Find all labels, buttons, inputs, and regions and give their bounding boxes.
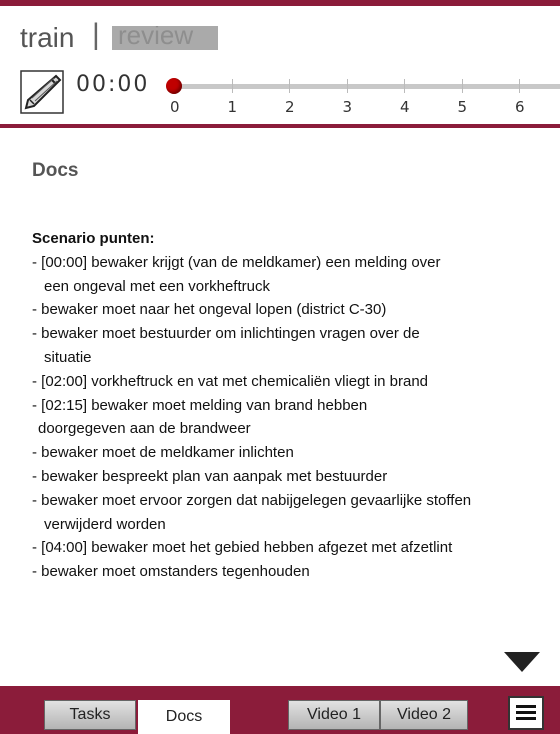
doc-line: - [02:00] vorkheftruck en vat met chemic… — [32, 372, 429, 390]
menu-icon — [516, 705, 536, 720]
menu-button[interactable] — [508, 696, 544, 730]
elapsed-timer: 00:00 — [76, 72, 150, 97]
timeline-tick — [461, 79, 463, 93]
timeline-tick — [346, 79, 348, 93]
doc-line: - [04:00] bewaker moet het gebied hebben… — [32, 539, 453, 557]
timeline-tick — [519, 79, 520, 93]
doc-line: - bewaker bespreekt plan van aanpak met … — [32, 467, 388, 485]
doc-line: - [02:15] bewaker moet melding van brand… — [32, 396, 368, 414]
timeline-playhead[interactable] — [166, 78, 182, 94]
scroll-down-arrow-icon[interactable] — [504, 652, 540, 672]
doc-line: een ongeval met een vorkheftruck — [44, 277, 270, 295]
timeline-tick-label: 6 — [515, 98, 525, 116]
timeline-tick-label: 3 — [342, 98, 353, 116]
doc-line: verwijderd worden — [44, 515, 166, 533]
doc-line: doorgegeven aan de brandweer — [38, 420, 251, 438]
timeline-tick-label: 5 — [457, 98, 468, 116]
pencil-icon[interactable] — [20, 70, 64, 114]
doc-line: situatie — [44, 348, 92, 366]
timeline-tick-label: 0 — [170, 98, 180, 116]
timeline-tick-label: 1 — [227, 98, 238, 116]
timeline-tick — [289, 79, 290, 93]
doc-lines: - [00:00] bewaker krijgt (van de meldkam… — [32, 251, 552, 584]
timeline-tick — [231, 79, 233, 93]
mode-separator: | — [92, 18, 100, 51]
tab-tasks[interactable]: Tasks — [44, 700, 136, 730]
doc-title: Docs — [32, 160, 79, 181]
doc-line: - bewaker moet omstanders tegenhouden — [32, 563, 310, 581]
doc-content: Scenario punten: - [00:00] bewaker krijg… — [32, 227, 552, 584]
timeline-track[interactable] — [178, 84, 560, 89]
doc-line: - bewaker moet de meldkamer inlichten — [32, 444, 294, 462]
doc-line: - bewaker moet bestuurder om inlichtinge… — [32, 325, 420, 343]
doc-heading: Scenario punten: — [32, 230, 155, 247]
doc-line: - bewaker moet naar het ongeval lopen (d… — [32, 301, 387, 319]
mode-train-link[interactable]: train — [20, 22, 74, 54]
tab-video-1[interactable]: Video 1 — [288, 700, 380, 730]
tab-video-2[interactable]: Video 2 — [380, 700, 468, 730]
timeline-bar: 00:00 0 1 2 3 4 5 6 — [0, 64, 560, 124]
header-divider — [0, 124, 560, 128]
timeline-tick-label: 2 — [285, 98, 295, 116]
tab-docs[interactable]: Docs — [138, 700, 230, 734]
mode-review-button[interactable]: review — [112, 26, 218, 50]
doc-line: - [00:00] bewaker krijgt (van de meldkam… — [32, 253, 441, 271]
mode-switcher: train | review — [0, 6, 560, 64]
timeline-tick-label: 4 — [400, 98, 410, 116]
doc-line: - bewaker moet ervoor zorgen dat nabijge… — [32, 491, 472, 509]
timeline-tick — [404, 79, 405, 93]
